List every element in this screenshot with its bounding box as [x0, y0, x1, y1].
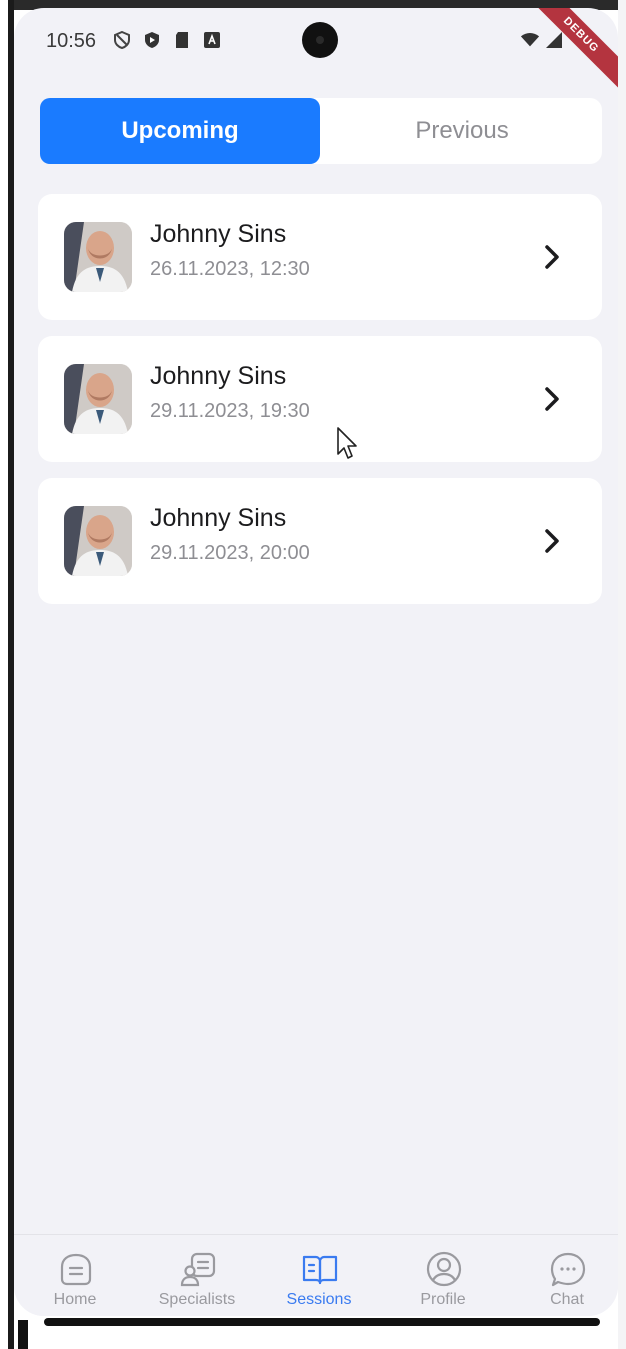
nav-home[interactable]: Home [20, 1245, 130, 1316]
phone-screen: 10:56 DEBUG Upcoming Previous Johnny Sin… [14, 8, 618, 1316]
status-bar: 10:56 DEBUG [14, 8, 618, 89]
chevron-right-icon [545, 529, 559, 553]
chevron-right-icon [545, 245, 559, 269]
home-icon [60, 1253, 92, 1286]
nav-label: Sessions [286, 1291, 352, 1308]
play-protect-icon [142, 30, 162, 50]
debug-ribbon: DEBUG [527, 8, 618, 89]
session-datetime: 26.11.2023, 12:30 [150, 258, 310, 280]
device-frame-bottom [44, 1318, 600, 1326]
font-a-icon [202, 30, 222, 50]
session-card[interactable]: Johnny Sins 29.11.2023, 19:30 [38, 336, 602, 462]
chat-icon [550, 1252, 586, 1287]
nav-specialists[interactable]: Specialists [142, 1245, 252, 1316]
specialist-name: Johnny Sins [150, 504, 287, 532]
chevron-right-icon [545, 387, 559, 411]
device-frame-corner [18, 1320, 28, 1349]
session-card[interactable]: Johnny Sins 29.11.2023, 20:00 [38, 478, 602, 604]
specialist-name: Johnny Sins [150, 220, 287, 248]
wifi-icon [520, 30, 540, 50]
tab-upcoming[interactable]: Upcoming [40, 98, 320, 164]
book-icon [302, 1255, 338, 1285]
sd-card-icon [172, 30, 192, 50]
shield-off-icon [112, 30, 132, 50]
session-card[interactable]: Johnny Sins 26.11.2023, 12:30 [38, 194, 602, 320]
bottom-navigation: Home Specialists Sessions Profile Chat [14, 1234, 618, 1316]
specialist-avatar [64, 364, 132, 434]
profile-icon [426, 1251, 462, 1287]
nav-label: Chat [550, 1291, 584, 1308]
nav-profile[interactable]: Profile [388, 1245, 498, 1316]
sessions-tab-switcher: Upcoming Previous [40, 98, 602, 164]
front-camera [302, 22, 338, 58]
nav-label: Profile [420, 1291, 466, 1308]
specialist-name: Johnny Sins [150, 362, 287, 390]
nav-chat[interactable]: Chat [512, 1245, 618, 1316]
mouse-cursor-icon [337, 427, 357, 459]
nav-label: Specialists [158, 1291, 236, 1308]
specialist-avatar [64, 222, 132, 292]
status-time: 10:56 [46, 30, 97, 52]
tab-previous[interactable]: Previous [322, 100, 602, 162]
device-frame-right [618, 0, 626, 1349]
session-datetime: 29.11.2023, 19:30 [150, 400, 310, 422]
nav-sessions[interactable]: Sessions [264, 1245, 374, 1316]
signal-icon [544, 30, 564, 50]
session-datetime: 29.11.2023, 20:00 [150, 542, 310, 564]
specialist-avatar [64, 506, 132, 576]
nav-label: Home [53, 1291, 97, 1308]
specialists-icon [180, 1252, 216, 1287]
